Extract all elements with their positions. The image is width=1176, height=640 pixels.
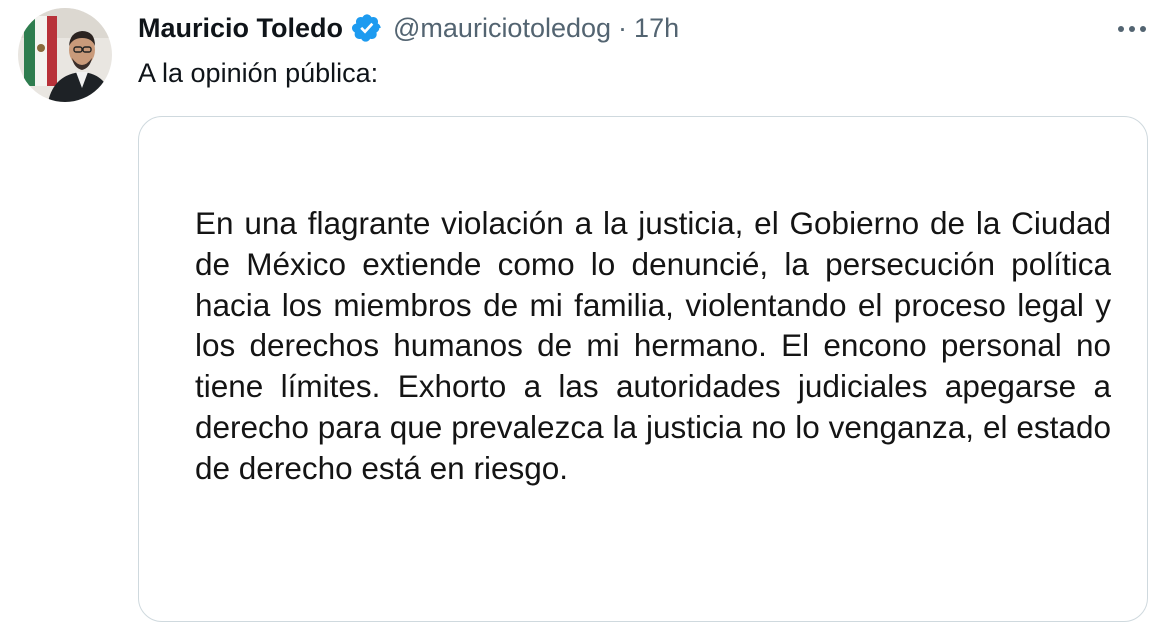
separator-dot: ·	[618, 12, 628, 43]
tweet[interactable]: Mauricio Toledo @mauriciotoledog · 17h A…	[0, 0, 1176, 640]
avatar-photo	[18, 8, 112, 102]
media-card[interactable]: En una flagrante violación a la justicia…	[138, 116, 1148, 622]
author-name[interactable]: Mauricio Toledo	[138, 13, 343, 44]
avatar[interactable]	[18, 8, 112, 102]
statement-text: En una flagrante violación a la justicia…	[195, 205, 1111, 486]
tweet-text: A la opinión pública:	[138, 58, 379, 88]
tweet-header: Mauricio Toledo @mauriciotoledog · 17h	[138, 10, 679, 46]
verified-badge-icon	[351, 12, 383, 44]
timestamp[interactable]: 17h	[634, 13, 679, 44]
author-handle[interactable]: @mauriciotoledog	[393, 13, 611, 44]
more-options-icon[interactable]	[1112, 14, 1152, 44]
